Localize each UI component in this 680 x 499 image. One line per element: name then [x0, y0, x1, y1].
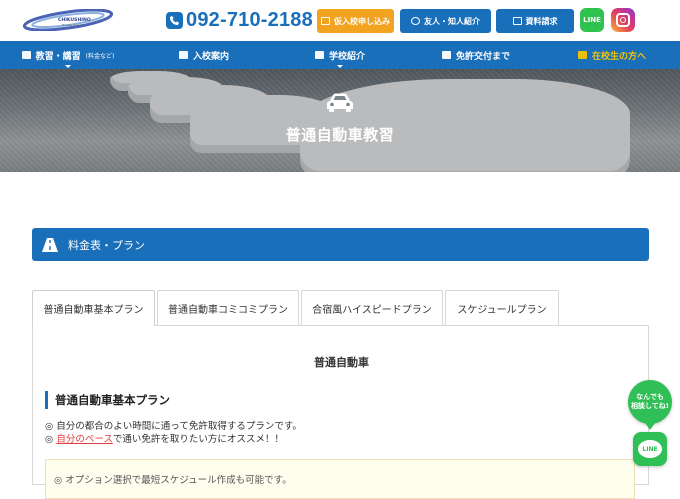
instagram-icon — [616, 13, 630, 27]
main-nav: 教習・講習 (料金など) 入校案内 学校紹介 免許交付まで 在校生の方へ — [0, 41, 680, 69]
nav-item-label: 免許交付まで — [455, 51, 510, 62]
chevron-down-icon — [65, 65, 71, 68]
page-title: 普通自動車教習 — [285, 126, 395, 144]
line-icon: LINE — [638, 440, 662, 458]
nav-item-label: 教習・講習 — [35, 51, 81, 62]
phone-number[interactable]: 092-710-2188 — [166, 8, 313, 32]
svg-text:Driving school: Driving school — [62, 23, 82, 27]
highlight-link[interactable]: 自分のペース — [56, 434, 113, 445]
nav-item-courses[interactable]: 教習・講習 (料金など) — [0, 41, 136, 69]
chat-icon — [411, 17, 420, 25]
friend-referral-button[interactable]: 友人・知人紹介 — [400, 9, 491, 33]
plan-description: ◎ 自分の都合のよい時間に通って免許取得するプランです。 ◎ 自分のペースで通い… — [45, 421, 302, 446]
phone-text: 092-710-2188 — [186, 8, 313, 31]
nav-item-label: 入校案内 — [192, 51, 229, 62]
nav-item-students[interactable]: 在校生の方へ — [544, 41, 680, 69]
friend-referral-label: 友人・知人紹介 — [424, 16, 480, 26]
nav-item-admission[interactable]: 入校案内 — [136, 41, 272, 69]
tab-panel: 普通自動車 普通自動車基本プラン ◎ 自分の都合のよい時間に通って免許取得するプ… — [32, 325, 649, 499]
camera-icon — [314, 51, 324, 59]
request-brochure-button[interactable]: 資料請求 — [496, 9, 574, 33]
description-line: ◎ 自分のペースで通い免許を取りたい方にオススメ！！ — [45, 434, 302, 447]
tab-high-speed-plan[interactable]: 合宿風ハイスピードプラン — [301, 290, 443, 325]
nav-item-label: 在校生の方へ — [591, 51, 646, 62]
line-label: LINE — [583, 16, 601, 24]
line-button[interactable]: LINE — [580, 8, 604, 32]
tab-basic-plan[interactable]: 普通自動車基本プラン — [32, 290, 155, 326]
nav-item-school[interactable]: 学校紹介 — [272, 41, 408, 69]
chevron-down-icon — [337, 65, 343, 68]
tab-all-inclusive-plan[interactable]: 普通自動車コミコミプラン — [157, 290, 299, 325]
request-brochure-label: 資料請求 — [525, 16, 558, 26]
book-icon — [577, 51, 587, 59]
car-icon — [327, 93, 353, 112]
panel-title: 普通自動車 — [314, 356, 369, 369]
road-icon — [42, 237, 58, 252]
trial-enrollment-button[interactable]: 仮入校申し込み — [317, 9, 394, 33]
card-icon — [21, 51, 31, 59]
plan-tabs: 普通自動車基本プラン 普通自動車コミコミプラン 合宿風ハイスピードプラン スケジ… — [32, 290, 561, 326]
document-icon — [178, 51, 188, 59]
description-text: で通い免許を取りたい方にオススメ！！ — [112, 433, 284, 445]
hero-banner — [0, 69, 680, 172]
phone-icon — [166, 11, 183, 29]
nav-item-license[interactable]: 免許交付まで — [408, 41, 544, 69]
hero-overlay — [0, 69, 680, 172]
trial-enrollment-label: 仮入校申し込み — [334, 16, 390, 26]
plan-heading: 普通自動車基本プラン — [45, 391, 170, 409]
id-card-icon — [441, 51, 451, 59]
pencil-icon — [321, 17, 330, 25]
option-note: ◎ オプション選択で最短スケジュール作成も可能です。 — [45, 459, 635, 499]
bubble-text: なんでも — [636, 393, 664, 401]
bullet: ◎ — [45, 433, 57, 445]
nav-item-sublabel: (料金など) — [85, 52, 115, 60]
section-title: 料金表・プラン — [68, 238, 145, 252]
tab-schedule-plan[interactable]: スケジュールプラン — [445, 290, 559, 325]
consult-bubble[interactable]: なんでも 相談してね! — [628, 380, 672, 430]
header: CHIKUSHINO Driving school 092-710-2188 仮… — [0, 0, 680, 41]
mail-icon — [512, 17, 522, 25]
school-logo[interactable]: CHIKUSHINO Driving school — [22, 9, 114, 31]
section-heading: 料金表・プラン — [32, 228, 649, 261]
nav-item-label: 学校紹介 — [328, 51, 365, 62]
floating-line-button[interactable]: LINE — [633, 432, 667, 466]
bubble-text: 相談してね! — [631, 402, 669, 410]
description-line: ◎ 自分の都合のよい時間に通って免許取得するプランです。 — [45, 421, 302, 432]
instagram-button[interactable] — [611, 8, 635, 32]
